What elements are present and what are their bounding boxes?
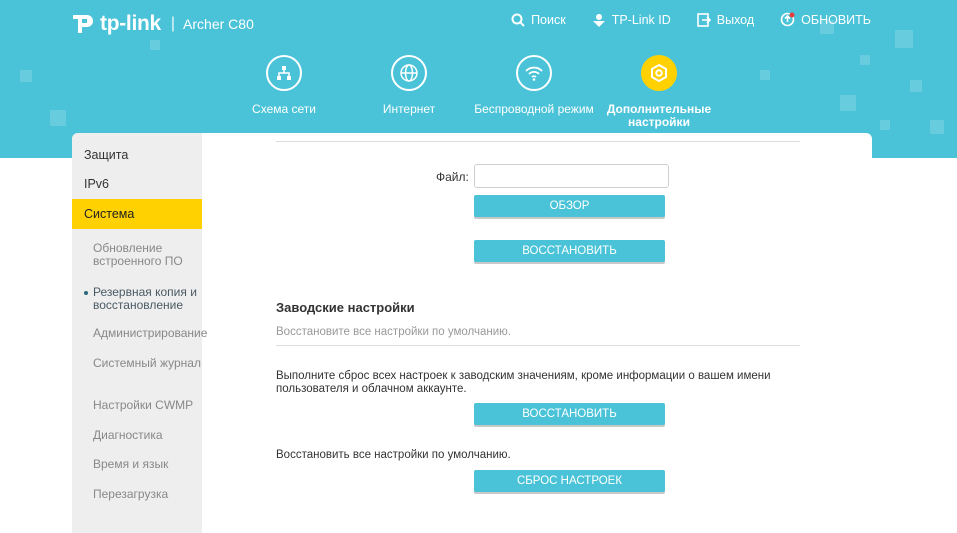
logo-separator: |	[170, 15, 176, 32]
tab-label: Схема сети	[252, 102, 316, 116]
globe-icon	[391, 55, 427, 91]
tab-label: Беспроводной режим	[474, 102, 594, 116]
sidebar-item-system[interactable]: Система	[72, 199, 202, 229]
main-content: Файл: ОБЗОР ВОССТАНОВИТЬ Заводские настр…	[202, 133, 872, 533]
sidebar-sub-reboot[interactable]: Перезагрузка	[93, 488, 202, 501]
sidebar-sub-admin[interactable]: Администрирование	[93, 327, 207, 340]
top-nav: Поиск TP-Link ID Выход ОБНОВИТЬ	[511, 12, 871, 27]
logout-link[interactable]: Выход	[696, 12, 755, 27]
file-input[interactable]	[474, 164, 669, 188]
sidebar-sub-backup[interactable]: Резервная копия и восстановление	[84, 286, 202, 312]
network-map-icon	[266, 55, 302, 91]
tab-wireless[interactable]: Беспроводной режим	[474, 55, 594, 116]
tplink-id-label: TP-Link ID	[611, 12, 671, 27]
divider	[276, 345, 800, 346]
tab-label: Дополнительные настройки	[606, 102, 712, 129]
brand-name: tp-link	[100, 12, 161, 35]
tplink-id-icon	[592, 13, 605, 27]
tplink-id-link[interactable]: TP-Link ID	[592, 13, 671, 27]
sidebar: Защита IPv6 Система Обновление встроенно…	[72, 133, 207, 533]
tab-internet[interactable]: Интернет	[349, 55, 469, 116]
advanced-gear-icon	[641, 55, 677, 91]
sidebar-sub-diagnostics[interactable]: Диагностика	[93, 429, 202, 442]
factory-settings-subtitle: Восстановите все настройки по умолчанию.	[276, 326, 511, 338]
tp-link-logo[interactable]: tp-link | Archer C80	[70, 9, 254, 39]
sidebar-sub-time[interactable]: Время и язык	[93, 458, 202, 471]
search-link[interactable]: Поиск	[511, 13, 566, 27]
update-link[interactable]: ОБНОВИТЬ	[780, 12, 871, 27]
sidebar-sub-cwmp[interactable]: Настройки CWMP	[93, 399, 202, 412]
factory-restore-button[interactable]: ВОССТАНОВИТЬ	[474, 403, 665, 425]
sidebar-sub-syslog[interactable]: Системный журнал	[93, 357, 202, 370]
restore-backup-button[interactable]: ВОССТАНОВИТЬ	[474, 240, 665, 262]
sidebar-sub-firmware[interactable]: Обновление встроенного ПО	[93, 242, 202, 268]
logout-label: Выход	[716, 12, 755, 27]
sidebar-item-security[interactable]: Защита	[72, 147, 202, 164]
divider	[276, 141, 800, 142]
factory-reset-description: Выполните сброс всех настроек к заводски…	[276, 370, 771, 395]
sidebar-item-ipv6[interactable]: IPv6	[72, 176, 202, 193]
file-label: Файл:	[436, 170, 469, 184]
browse-button[interactable]: ОБЗОР	[474, 195, 665, 217]
settings-card: Защита IPv6 Система Обновление встроенно…	[72, 133, 872, 533]
search-label: Поиск	[531, 12, 566, 27]
factory-reset-button[interactable]: СБРОС НАСТРОЕК	[474, 470, 665, 492]
tp-link-logo-icon	[73, 15, 93, 33]
tab-advanced[interactable]: Дополнительные настройки	[599, 55, 719, 129]
search-icon	[511, 13, 525, 27]
tab-network-map[interactable]: Схема сети	[224, 55, 344, 116]
update-label: ОБНОВИТЬ	[801, 12, 871, 27]
wifi-icon	[516, 55, 552, 91]
logout-icon	[696, 12, 711, 27]
tab-label: Интернет	[382, 102, 436, 116]
default-reset-description: Восстановить все настройки по умолчанию.	[276, 449, 511, 461]
factory-settings-title: Заводские настройки	[276, 300, 415, 315]
model-name: Archer C80	[183, 16, 254, 32]
update-icon	[780, 12, 795, 27]
